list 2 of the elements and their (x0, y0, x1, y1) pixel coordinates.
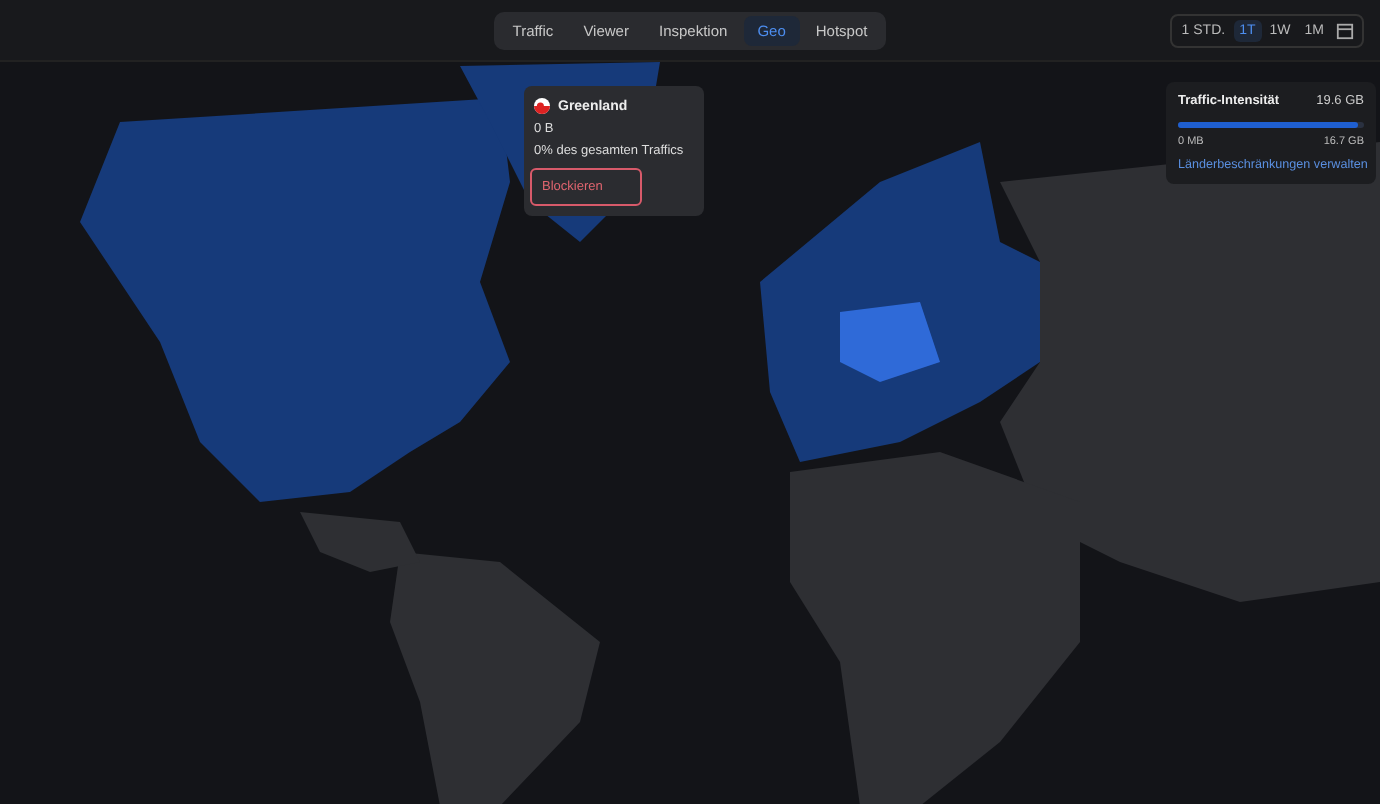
calendar-icon[interactable] (1336, 22, 1354, 40)
flag-icon (534, 98, 550, 114)
